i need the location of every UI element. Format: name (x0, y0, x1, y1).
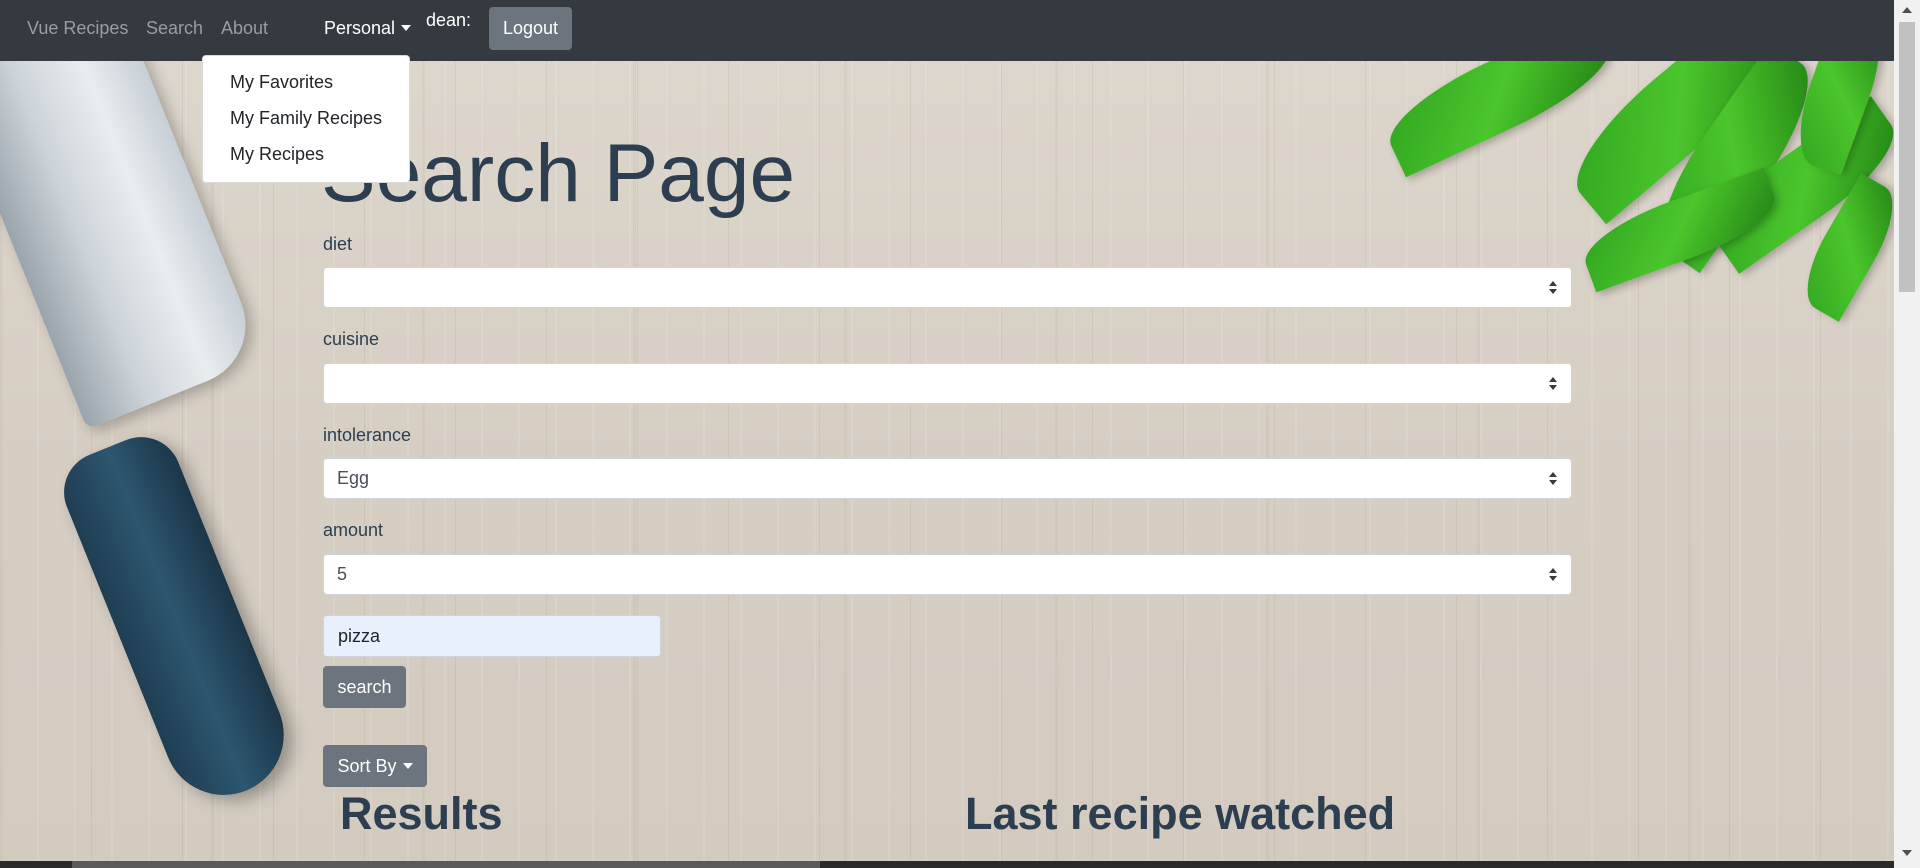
sort-by-dropdown-button[interactable]: Sort By (323, 745, 427, 787)
dropdown-item-favorites[interactable]: My Favorites (230, 72, 333, 93)
dropdown-item-family-recipes[interactable]: My Family Recipes (230, 108, 382, 129)
logout-button[interactable]: Logout (489, 7, 572, 50)
personal-dropdown-menu: My Favorites My Family Recipes My Recipe… (202, 55, 410, 183)
select-arrows-icon (1549, 568, 1557, 582)
sort-by-label: Sort By (337, 755, 397, 776)
select-arrows-icon (1549, 377, 1557, 391)
nav-personal-label: Personal (324, 18, 396, 38)
intolerance-select[interactable]: Egg (323, 458, 1572, 499)
scrollbar-thumb[interactable] (1899, 22, 1915, 292)
scroll-up-arrow-icon[interactable] (1902, 7, 1912, 13)
dropdown-item-my-recipes[interactable]: My Recipes (230, 144, 324, 165)
search-button[interactable]: search (323, 666, 406, 708)
nav-brand-link[interactable]: Vue Recipes (27, 0, 128, 57)
intolerance-select-value: Egg (337, 468, 370, 488)
diet-select[interactable] (323, 267, 1572, 308)
chevron-down-icon (402, 762, 413, 769)
select-arrows-icon (1549, 281, 1557, 295)
amount-select-value: 5 (337, 564, 348, 584)
amount-select[interactable]: 5 (323, 554, 1572, 595)
nav-search-link[interactable]: Search (146, 0, 203, 57)
diet-label: diet (323, 234, 353, 254)
results-heading: Results (340, 788, 503, 839)
cuisine-select[interactable] (323, 363, 1572, 404)
scroll-down-arrow-icon[interactable] (1902, 850, 1912, 856)
top-navbar: Vue Recipes Search About Personal dean: … (0, 0, 1894, 61)
select-arrows-icon (1549, 472, 1557, 486)
amount-label: amount (323, 520, 384, 540)
nav-personal-dropdown[interactable]: Personal (324, 0, 412, 57)
nav-about-link[interactable]: About (221, 0, 268, 57)
intolerance-label: intolerance (323, 425, 412, 445)
username-label: dean: (426, 10, 472, 30)
vertical-scrollbar[interactable] (1894, 0, 1920, 868)
cuisine-label: cuisine (323, 329, 380, 349)
chevron-down-icon (401, 25, 412, 31)
last-recipe-watched-heading: Last recipe watched (965, 788, 1396, 839)
horizontal-scrollbar-thumb[interactable] (72, 861, 820, 868)
search-query-input[interactable] (323, 615, 661, 657)
